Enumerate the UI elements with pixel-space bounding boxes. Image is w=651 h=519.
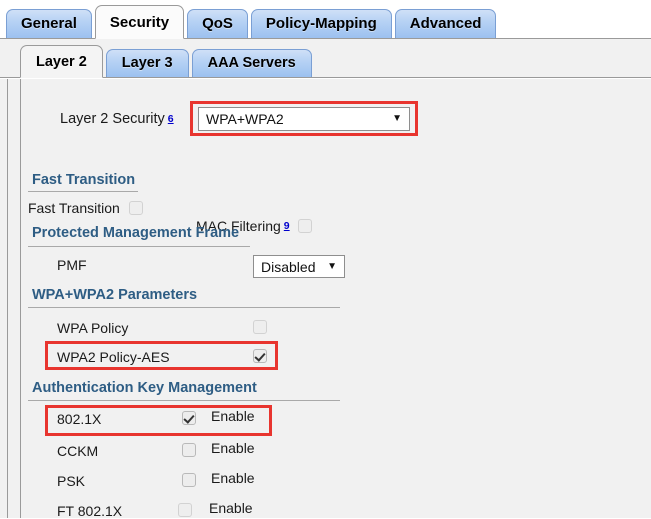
akm-psk-checkbox[interactable] (182, 473, 196, 487)
akm-cckm-enable-label: Enable (211, 440, 255, 456)
mac-filtering-checkbox[interactable] (297, 219, 312, 233)
akm-ft-8021x-label: FT 802.1X (57, 503, 123, 519)
akm-psk-label: PSK (57, 473, 86, 489)
fast-transition-header: Fast Transition (32, 172, 136, 188)
akm-ft-8021x-row: FT 802.1X (57, 503, 122, 519)
main-tab-list: General Security QoS Policy-Mapping Adva… (6, 5, 497, 39)
layer2-security-select[interactable]: WPA+WPA2 ▼ (198, 107, 410, 131)
wpa-policy-checkbox[interactable] (253, 320, 267, 334)
panel-outer-divider (7, 79, 8, 518)
wpa2-policy-aes-label: WPA2 Policy-AES (57, 349, 170, 365)
layer2-security-label: Layer 2 Security (60, 111, 165, 127)
akm-cckm-row: CCKM (57, 443, 98, 459)
sub-tab-list: Layer 2 Layer 3 AAA Servers (20, 45, 312, 78)
akm-rule (28, 400, 340, 401)
wpa-params-header: WPA+WPA2 Parameters (32, 287, 198, 303)
pmf-rule (28, 246, 250, 247)
wpa-params-rule (28, 307, 340, 308)
pmf-row: PMF (57, 257, 87, 273)
layer2-security-row: Layer 2 Security 6 (60, 111, 174, 127)
layer2-settings-panel: Layer 2 Security 6 MAC Filtering 9 Fast … (0, 79, 651, 519)
akm-8021x-label: 802.1X (57, 411, 102, 427)
main-tab-bar: General Security QoS Policy-Mapping Adva… (0, 0, 651, 39)
akm-ft-8021x-enable-label: Enable (209, 500, 253, 516)
akm-header: Authentication Key Management (32, 380, 257, 396)
subtab-layer-3[interactable]: Layer 3 (105, 49, 189, 77)
wpa2-policy-aes-checkbox[interactable] (253, 349, 267, 363)
fast-transition-checkbox[interactable] (128, 201, 143, 215)
chevron-down-icon-pmf: ▼ (327, 260, 337, 272)
pmf-label: PMF (57, 257, 87, 273)
pmf-select[interactable]: Disabled ▼ (253, 255, 345, 278)
sub-tab-bar: Layer 2 Layer 3 AAA Servers (0, 39, 651, 78)
akm-8021x-checkbox[interactable] (182, 411, 196, 425)
akm-cckm-label: CCKM (57, 443, 99, 459)
layer2-security-select-value: WPA+WPA2 (206, 111, 284, 127)
tab-qos[interactable]: QoS (187, 9, 248, 38)
tab-security[interactable]: Security (94, 5, 185, 39)
pmf-header: Protected Management Frame (32, 225, 240, 241)
fast-transition-rule (28, 191, 138, 192)
wpa-policy-row: WPA Policy (57, 320, 128, 336)
akm-cckm-checkbox[interactable] (182, 443, 196, 457)
fast-transition-label: Fast Transition (28, 200, 120, 216)
mac-filtering-footnote-link[interactable]: 9 (284, 220, 290, 232)
chevron-down-icon: ▼ (392, 113, 402, 124)
layer2-security-footnote-link[interactable]: 6 (168, 113, 174, 125)
tab-general[interactable]: General (6, 9, 92, 38)
subtab-layer-2[interactable]: Layer 2 (20, 45, 103, 78)
tab-advanced[interactable]: Advanced (394, 9, 497, 38)
akm-psk-enable-label: Enable (211, 470, 255, 486)
akm-ft-8021x-checkbox[interactable] (178, 503, 192, 517)
subtab-aaa-servers[interactable]: AAA Servers (191, 49, 312, 77)
wpa-policy-label: WPA Policy (57, 320, 129, 336)
fast-transition-row: Fast Transition (28, 200, 143, 216)
wpa2-policy-aes-row: WPA2 Policy-AES (57, 349, 170, 365)
akm-psk-row: PSK (57, 473, 85, 489)
akm-8021x-enable-label: Enable (211, 408, 255, 424)
akm-8021x-row: 802.1X (57, 411, 101, 427)
pmf-select-value: Disabled (261, 258, 316, 275)
tab-policy-mapping[interactable]: Policy-Mapping (250, 9, 392, 38)
panel-inner-divider (20, 79, 21, 518)
